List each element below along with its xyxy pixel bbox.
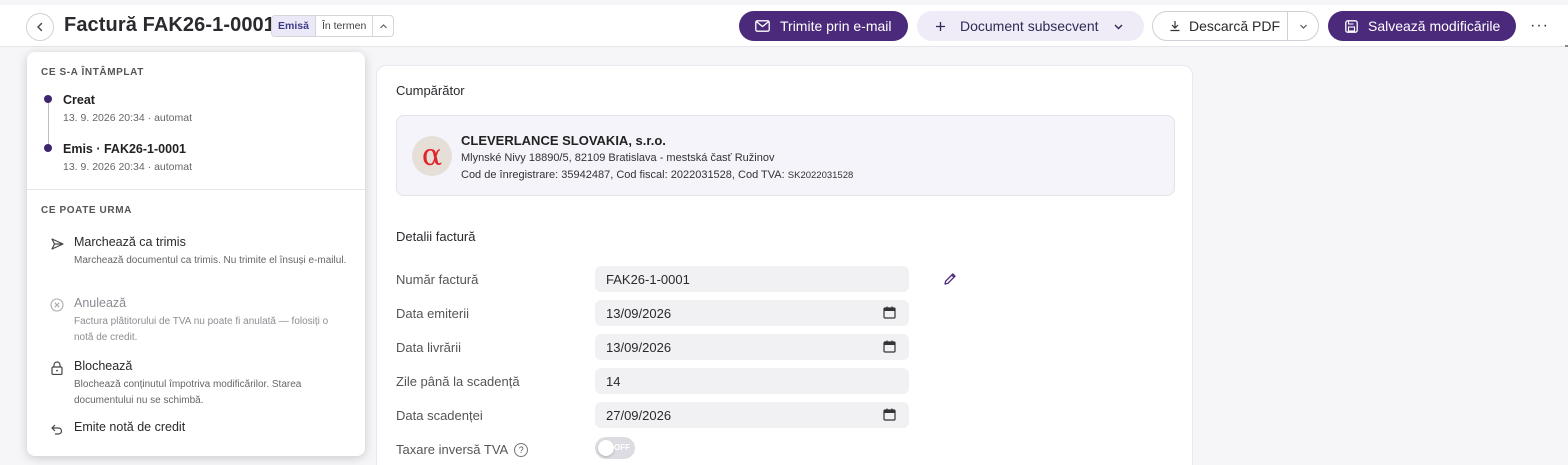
buyer-vat-code: SK2022031528 <box>787 170 854 181</box>
download-pdf-label: Descarcă PDF <box>1189 18 1281 34</box>
toggle-state: OFF <box>614 443 630 452</box>
subsequent-document-label: Document subsecvent <box>960 18 1099 34</box>
reverse-charge-label: Taxare inversă TVA <box>396 442 509 457</box>
calendar-icon[interactable] <box>883 408 896 421</box>
download-options-button[interactable] <box>1288 12 1318 40</box>
document-actions-panel: CE S-A ÎNTÂMPLAT Creat 13. 9. 2026 20:34… <box>27 52 365 456</box>
buyer-ids-text: Cod de înregistrare: 35942487, Cod fisca… <box>461 169 788 181</box>
action-description: Factura plătitorului de TVA nu poate fi … <box>74 316 329 343</box>
next-actions-heading: CE POATE URMA <box>41 205 132 216</box>
due-days-field[interactable]: 14 <box>595 368 909 394</box>
timeline-line <box>48 100 49 148</box>
save-changes-label: Salvează modificările <box>1368 18 1501 34</box>
event-title: Creat <box>63 93 95 107</box>
invoice-details-heading: Detalii factură <box>396 229 476 244</box>
delivery-date-field[interactable]: 13/09/2026 <box>595 334 909 360</box>
subsequent-document-button[interactable]: Document subsecvent <box>917 11 1144 41</box>
due-date-value: 27/09/2026 <box>606 407 672 423</box>
edit-pencil-icon[interactable] <box>943 272 957 291</box>
action-title: Blochează <box>74 359 133 373</box>
undo-icon <box>49 421 65 437</box>
invoice-number-label: Număr factură <box>396 272 479 287</box>
lock-icon <box>49 360 65 376</box>
status-toggle[interactable] <box>373 16 393 36</box>
action-title: Anulează <box>74 296 127 310</box>
timeline-dot <box>44 95 52 103</box>
event-meta: 13. 9. 2026 20:34 · automat <box>63 161 193 173</box>
company-logo: α <box>412 136 452 176</box>
chevron-up-icon <box>379 23 387 28</box>
calendar-icon[interactable] <box>883 306 896 319</box>
action-description: Blochează conținutul împotriva modificăr… <box>74 379 302 406</box>
event-title: Emis · FAK26-1-0001 <box>63 142 186 156</box>
chevron-down-icon <box>1299 24 1307 29</box>
due-date-field[interactable]: 27/09/2026 <box>595 402 909 428</box>
action-title: Emite notă de credit <box>74 420 186 434</box>
back-button[interactable] <box>26 13 54 41</box>
toggle-knob <box>598 440 614 456</box>
send-email-button[interactable]: Trimite prin e-mail <box>739 11 908 41</box>
invoice-number-value: FAK26-1-0001 <box>606 271 690 287</box>
history-heading: CE S-A ÎNTÂMPLAT <box>41 67 144 78</box>
buyer-name: CLEVERLANCE SLOVAKIA, s.r.o. <box>461 133 666 148</box>
top-bar: Factură FAK26-1-0001 Emisă În termen Tri… <box>0 5 1568 47</box>
due-days-value: 14 <box>606 373 621 389</box>
due-date-label: Data scadenței <box>396 408 483 423</box>
calendar-icon[interactable] <box>883 340 896 353</box>
page-title: Factură FAK26-1-0001 <box>64 14 275 36</box>
issue-date-field[interactable]: 13/09/2026 <box>595 300 909 326</box>
delivery-date-label: Data livrării <box>396 340 462 355</box>
buyer-heading: Cumpărător <box>396 83 465 98</box>
save-icon <box>1345 19 1358 33</box>
send-icon <box>49 236 65 252</box>
action-title: Marchează ca trimis <box>74 235 186 249</box>
buyer-ids: Cod de înregistrare: 35942487, Cod fisca… <box>461 169 853 181</box>
status-badge-issued[interactable]: Emisă <box>272 16 316 36</box>
timeline-dot <box>44 144 52 152</box>
reverse-charge-row: Taxare inversă TVA? <box>396 442 529 457</box>
issue-date-value: 13/09/2026 <box>606 305 672 321</box>
status-badge-group: Emisă În termen <box>271 15 395 37</box>
issue-date-label: Data emiterii <box>396 306 469 321</box>
reverse-charge-toggle[interactable]: OFF <box>595 437 635 459</box>
delivery-date-value: 13/09/2026 <box>606 339 672 355</box>
buyer-card[interactable]: α CLEVERLANCE SLOVAKIA, s.r.o. Mlynské N… <box>396 115 1175 196</box>
plus-icon <box>936 21 945 31</box>
download-pdf-button[interactable]: Descarcă PDF <box>1153 12 1289 40</box>
event-meta: 13. 9. 2026 20:34 · automat <box>63 112 193 124</box>
chevron-down-icon <box>1114 24 1123 29</box>
invoice-number-field[interactable]: FAK26-1-0001 <box>595 266 909 292</box>
invoice-card: Cumpărător α CLEVERLANCE SLOVAKIA, s.r.o… <box>376 65 1193 465</box>
save-changes-button[interactable]: Salvează modificările <box>1328 11 1516 41</box>
more-options-icon[interactable]: ··· <box>1530 17 1549 35</box>
send-email-label: Trimite prin e-mail <box>780 18 892 34</box>
cancel-circle-icon <box>49 297 65 313</box>
download-icon <box>1170 21 1180 32</box>
buyer-address: Mlynské Nivy 18890/5, 82109 Bratislava -… <box>461 152 775 164</box>
divider <box>27 189 365 190</box>
download-pdf-group: Descarcă PDF <box>1152 11 1319 41</box>
mail-icon <box>755 20 770 32</box>
status-badge-on-time[interactable]: În termen <box>316 16 374 36</box>
action-description: Marchează documentul ca trimis. Nu trimi… <box>74 255 347 266</box>
due-days-label: Zile până la scadență <box>396 374 520 389</box>
chevron-left-icon <box>37 22 43 32</box>
help-icon[interactable]: ? <box>514 443 529 457</box>
